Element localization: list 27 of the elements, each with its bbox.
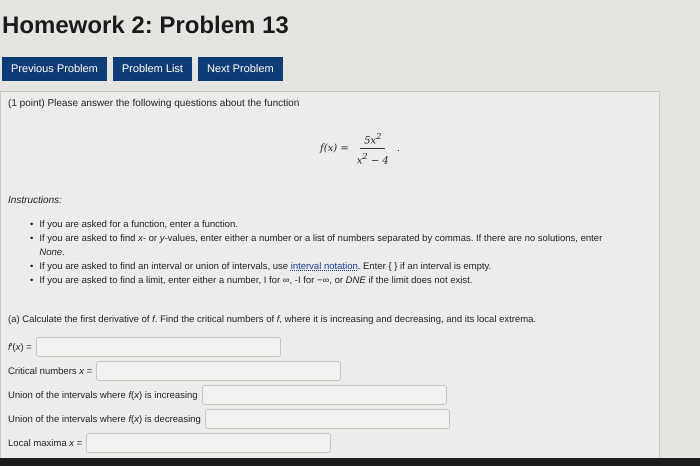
instruction-item: If you are asked to find an interval or union of intervals, use interval notation. Enter { } if an interval is empty. [39, 260, 492, 274]
answer-label: Critical numbers x = [8, 366, 92, 377]
answer-field[interactable] [202, 385, 447, 406]
function-formula: f(x) = 5x$^{2}$ x$^{2}$ − 4 . [318, 131, 401, 167]
instructions-heading: Instructions: [8, 194, 63, 206]
answer-label: Union of the intervals where f(x) is decreasing [8, 414, 201, 425]
interval-notation-link[interactable]: interval notation [290, 260, 358, 272]
answer-field[interactable] [204, 409, 450, 430]
instruction-item: If you are asked to find a limit, enter either a number, I for ∞, -I for −∞, or DNE if the limit does not exist. [39, 274, 472, 288]
part-a-question: (a) Calculate the first derivative of f. Find the critical numbers of f, where it is increasing and decreasing, and its local extrema. [8, 314, 538, 325]
bullet-marker: • [30, 274, 34, 288]
answer-field[interactable] [86, 433, 332, 454]
bullet-marker: • [30, 232, 34, 246]
answer-label: Local maxima x = [8, 438, 82, 449]
nav-button[interactable]: Problem List [112, 57, 192, 81]
answer-label: f′(x) = [8, 342, 32, 353]
instruction-item: If you are asked for a function, enter a function. [39, 218, 238, 232]
intro-text: (1 point) Please answer the following questions about the function [8, 98, 300, 109]
bullet-marker: • [30, 260, 34, 274]
answer-field[interactable] [36, 337, 281, 358]
instruction-item: If you are asked to find x- or y-values, enter either a number or a list of numbers separated by commas. If there are no solutions, enter None. [39, 232, 604, 260]
page-title: Homework 2: Problem 13 [1, 11, 290, 40]
nav-button[interactable]: Previous Problem [2, 57, 107, 81]
bullet-marker: • [30, 218, 34, 232]
nav-button[interactable]: Next Problem [198, 57, 283, 81]
answer-field[interactable] [96, 361, 342, 382]
answer-label: Union of the intervals where f(x) is increasing [8, 390, 198, 401]
